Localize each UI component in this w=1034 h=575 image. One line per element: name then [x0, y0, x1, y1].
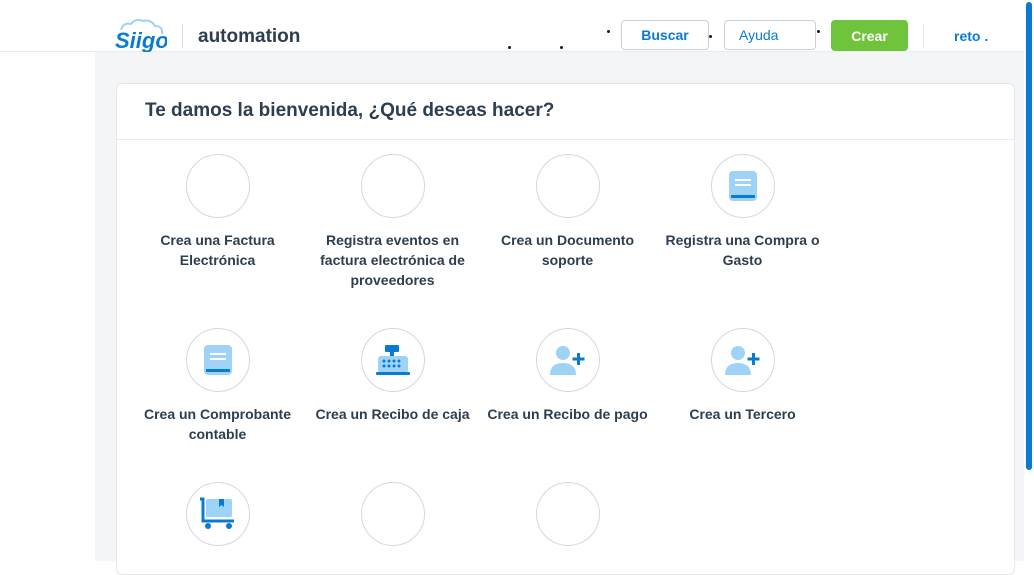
- action-register-supplier-events[interactable]: Registra eventos en factura electrónica …: [305, 154, 480, 290]
- action-label: Registra una Compra o Gasto: [665, 232, 820, 268]
- action-label: Crea un Comprobante contable: [143, 406, 291, 442]
- loading-dot: [817, 30, 820, 33]
- user-divider: [923, 24, 924, 48]
- document-icon: [203, 345, 232, 375]
- action-icon-circle: [360, 328, 425, 392]
- top-bar: Siigo automation Buscar Ayuda Crear reto…: [0, 0, 1024, 54]
- user-menu[interactable]: reto .: [954, 28, 988, 44]
- action-icon-circle: [535, 328, 600, 392]
- action-item[interactable]: [305, 482, 480, 558]
- card-divider: [117, 139, 1014, 140]
- loading-dot: [709, 35, 712, 38]
- action-create-invoice[interactable]: Crea una Factura Electrónica: [130, 154, 305, 270]
- action-item[interactable]: [480, 482, 655, 558]
- action-label: Crea un Recibo de caja: [315, 406, 470, 422]
- document-icon: [728, 171, 757, 201]
- action-label: Crea un Recibo de pago: [487, 406, 648, 422]
- action-icon-circle: [185, 482, 250, 546]
- add-person-icon: [549, 346, 584, 375]
- company-name: automation: [198, 26, 301, 47]
- logo-wordmark: Siigo: [115, 28, 167, 53]
- scrollbar-thumb[interactable]: [1026, 2, 1032, 470]
- help-button[interactable]: Ayuda: [724, 20, 816, 50]
- action-inventory[interactable]: [130, 482, 305, 558]
- action-create-accounting-voucher[interactable]: Crea un Comprobante contable: [130, 328, 305, 444]
- action-icon-circle: [710, 154, 775, 218]
- welcome-card: Te damos la bienvenida, ¿Qué deseas hace…: [116, 83, 1015, 575]
- action-icon-circle: [535, 482, 600, 546]
- search-button[interactable]: Buscar: [621, 20, 709, 50]
- create-button[interactable]: Crear: [831, 20, 908, 51]
- logo-divider: [182, 24, 183, 48]
- add-person-icon: [724, 346, 759, 375]
- action-icon-circle: [360, 482, 425, 546]
- action-icon-circle: [185, 328, 250, 392]
- action-label: Crea un Tercero: [689, 406, 796, 422]
- action-icon-circle: [710, 328, 775, 392]
- action-create-third-party[interactable]: Crea un Tercero: [655, 328, 830, 424]
- cash-register-icon: [375, 345, 410, 375]
- cart-box-icon: [199, 497, 234, 529]
- loading-dot: [508, 46, 511, 49]
- action-create-payment-receipt[interactable]: Crea un Recibo de pago: [480, 328, 655, 424]
- loading-dot: [607, 30, 610, 33]
- action-label: Crea un Documento soporte: [500, 232, 634, 268]
- action-register-purchase[interactable]: Registra una Compra o Gasto: [655, 154, 830, 270]
- welcome-title: Te damos la bienvenida, ¿Qué deseas hace…: [145, 100, 555, 121]
- action-icon-circle: [185, 154, 250, 218]
- action-label: Registra eventos en factura electrónica …: [320, 232, 465, 288]
- action-create-support-document[interactable]: Crea un Documento soporte: [480, 154, 655, 270]
- action-label: Crea una Factura Electrónica: [160, 232, 275, 268]
- action-create-cash-receipt[interactable]: Crea un Recibo de caja: [305, 328, 480, 424]
- action-icon-circle: [360, 154, 425, 218]
- siigo-logo[interactable]: Siigo: [115, 18, 167, 54]
- loading-dot: [560, 46, 563, 49]
- action-icon-circle: [535, 154, 600, 218]
